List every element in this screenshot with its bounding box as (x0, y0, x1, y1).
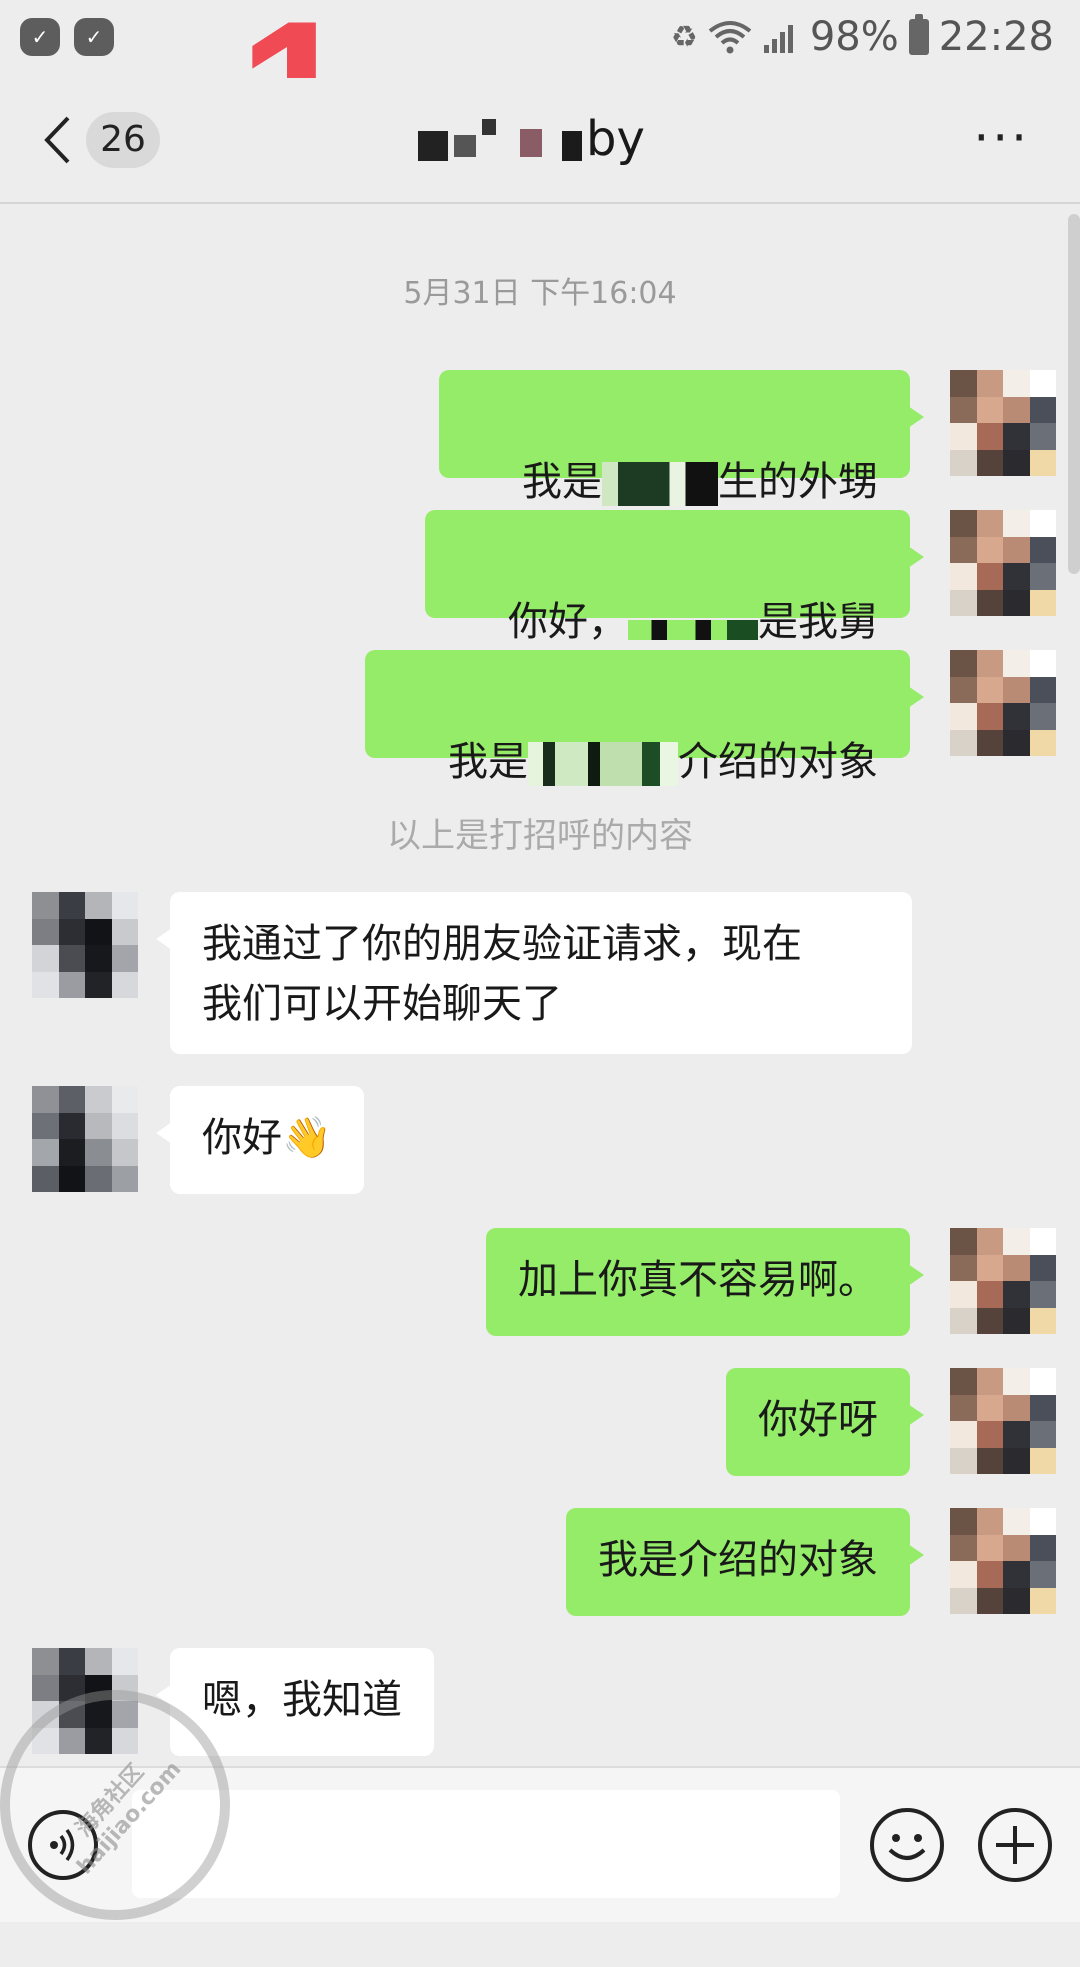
message-bubble[interactable]: 你好👋 (156, 1086, 364, 1194)
system-note: 以上是打招呼的内容 (387, 816, 693, 856)
notification-icons: ✓ ✓ (20, 18, 114, 56)
redacted-block (528, 742, 678, 786)
clock: 22:28 (938, 14, 1054, 60)
plus-button[interactable] (978, 1808, 1052, 1882)
more-dots-icon: ··· (973, 109, 1030, 167)
redacted-name (418, 117, 582, 161)
recycle-icon: ♻ (670, 19, 698, 55)
unread-count-badge[interactable]: 26 (86, 112, 160, 168)
message-bubble[interactable]: 我通过了你的朋友验证请求，现在 我们可以开始聊天了 (156, 892, 912, 1054)
message-bubble[interactable]: 我是 生的外甥 (439, 370, 924, 506)
my-avatar[interactable] (950, 510, 1056, 616)
more-options-button[interactable]: ··· (973, 113, 1030, 163)
chat-title: by (418, 104, 645, 174)
notification-app-icon: ✓ (20, 18, 60, 56)
back-button[interactable] (40, 114, 74, 166)
redacted-block (628, 620, 758, 640)
message-bubble[interactable]: 我是 介绍的对象 (365, 650, 924, 786)
battery-percent: 98% (809, 14, 899, 60)
message-bubble[interactable]: 你好呀 (726, 1368, 924, 1476)
my-avatar[interactable] (950, 1508, 1056, 1614)
chat-header: 26 by ··· (0, 78, 1080, 204)
contact-avatar[interactable] (32, 892, 138, 998)
redacted-block (602, 462, 718, 506)
my-avatar[interactable] (950, 370, 1056, 476)
message-text: 我是 (448, 739, 528, 785)
emoji-button[interactable] (870, 1808, 944, 1882)
status-bar: ✓ ✓ ♻ 98% 22:28 (0, 0, 1080, 78)
message-bubble[interactable]: 我是介绍的对象 (566, 1508, 924, 1616)
emoji-icon (888, 1834, 926, 1860)
message-text: 你好， (508, 599, 628, 645)
message-text: 我是 (522, 459, 602, 505)
wifi-icon (708, 21, 752, 54)
message-bubble[interactable]: 你好， 是我舅 (425, 510, 924, 645)
signal-icon (763, 25, 793, 53)
contact-avatar[interactable] (32, 1086, 138, 1192)
message-text: 是我舅 (758, 599, 878, 645)
back-chevron-icon (44, 116, 70, 164)
plus-icon (996, 1826, 1034, 1864)
chat-title-text: by (586, 111, 645, 167)
message-text: 介绍的对象 (678, 739, 878, 785)
battery-icon (908, 14, 929, 55)
message-input[interactable] (132, 1790, 840, 1898)
my-avatar[interactable] (950, 650, 1056, 756)
status-right: ♻ 98% 22:28 (671, 14, 1054, 60)
message-text: 生的外甥 (718, 459, 878, 505)
my-avatar[interactable] (950, 1368, 1056, 1474)
notification-app-icon: ✓ (74, 18, 114, 56)
message-bubble[interactable]: 加上你真不容易啊。 (486, 1228, 924, 1336)
my-avatar[interactable] (950, 1228, 1056, 1334)
message-timestamp: 5月31日 下午16:04 (403, 276, 677, 311)
